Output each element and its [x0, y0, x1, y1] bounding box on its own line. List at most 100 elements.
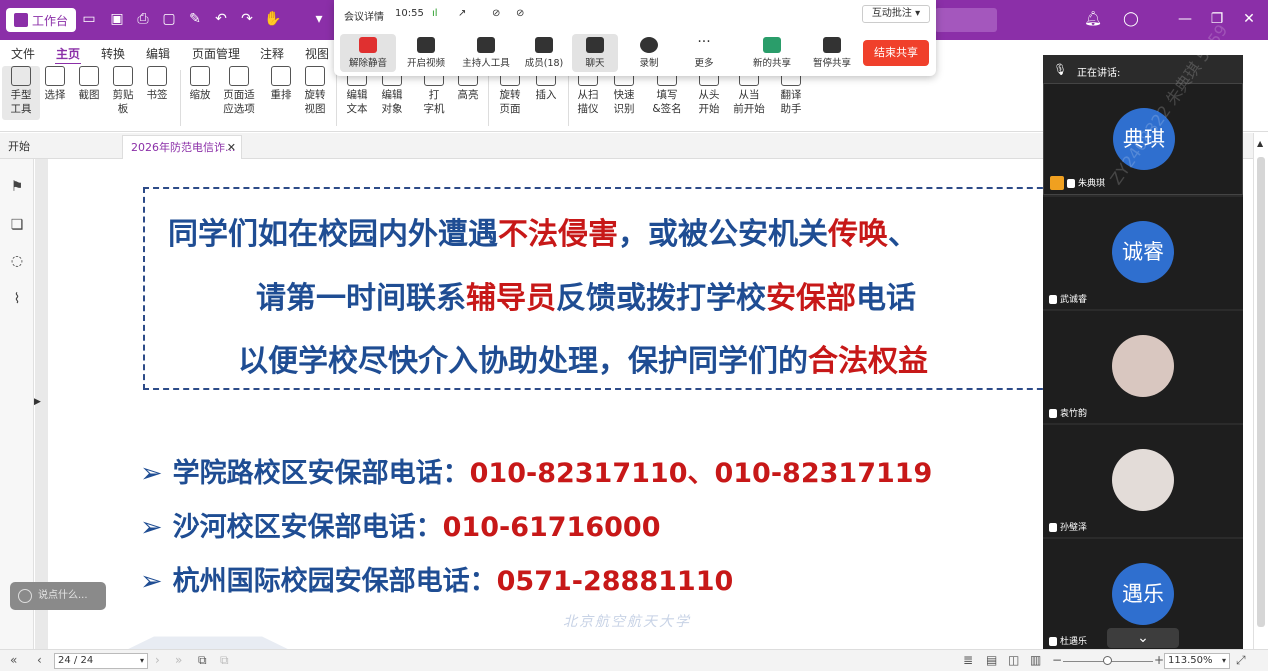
close-tab-icon[interactable]: ✕ — [227, 136, 236, 160]
vertical-scrollbar[interactable]: ▲ — [1253, 133, 1268, 649]
page-fit-icon — [229, 66, 249, 86]
unmute-button[interactable]: 解除静音 — [340, 34, 396, 72]
pause-share-button[interactable]: 暂停共享 — [804, 34, 860, 72]
search-box[interactable] — [935, 8, 997, 32]
share-screen-icon — [763, 37, 781, 53]
rotate-view-button[interactable]: 旋转 视图 — [296, 66, 334, 116]
quick-access-dropdown-icon[interactable]: ▾ — [310, 10, 328, 28]
members-button[interactable]: 成员(18) — [516, 34, 572, 72]
chat-button[interactable]: 聊天 — [572, 34, 618, 72]
account-icon[interactable]: ◯ — [1122, 10, 1140, 28]
emoji-icon[interactable] — [18, 589, 32, 603]
select-button[interactable]: 选择 — [36, 66, 74, 102]
open-folder-icon[interactable]: ▭ — [80, 10, 98, 28]
participant-tile[interactable]: 袁竹韵 — [1043, 311, 1243, 423]
last-page-icon[interactable]: » — [175, 653, 182, 667]
first-page-icon[interactable]: « — [10, 653, 17, 667]
menu-comment[interactable]: 注释 — [260, 45, 284, 62]
bell-icon[interactable]: 🔔︎ — [1084, 10, 1102, 28]
attachment-panel-icon[interactable]: ⌇ — [9, 291, 25, 309]
tab-document[interactable]: 2026年防范电信诈... ✕ — [122, 135, 242, 159]
reflow-button[interactable]: 重排 — [262, 66, 300, 102]
screenshot-button[interactable]: 截图 — [70, 66, 108, 102]
next-page-icon[interactable]: › — [155, 653, 160, 667]
select-text-icon — [45, 66, 65, 86]
arrow-bullet-icon: ➢ — [140, 512, 163, 543]
fit-width-icon[interactable]: ⧉ — [220, 653, 229, 668]
more-button[interactable]: ··· 更多 — [676, 34, 732, 72]
two-page-view-icon[interactable]: ◫ — [1008, 653, 1019, 667]
zoom-out-icon[interactable]: − — [1052, 653, 1062, 667]
muted-mic-icon — [1049, 409, 1057, 418]
page-fit-button[interactable]: 页面适 应选项 — [216, 66, 262, 116]
single-page-view-icon[interactable]: ≣ — [963, 653, 973, 667]
hand-icon[interactable]: ✋ — [264, 10, 282, 28]
participant-tile[interactable]: 孙璧泽 — [1043, 425, 1243, 537]
participant-tile[interactable]: 诚睿 武诚睿 — [1043, 197, 1243, 309]
show-more-participants-button[interactable]: ⌄ — [1107, 628, 1179, 648]
phone-item: ➢ 学院路校区安保部电话：010-82317110、010-82317119 — [140, 458, 933, 489]
menu-file[interactable]: 文件 — [11, 45, 35, 62]
menu-convert[interactable]: 转换 — [101, 45, 125, 62]
no-annotate-icon[interactable]: ⊘ — [492, 8, 500, 19]
participant-name: 朱典琪 — [1078, 178, 1106, 189]
edit-icon[interactable]: ✎ — [186, 10, 204, 28]
comments-panel-icon[interactable]: ◌ — [9, 253, 25, 271]
two-page-continuous-icon[interactable]: ▥ — [1030, 653, 1041, 667]
zoom-button[interactable]: 缩放 — [181, 66, 219, 102]
menu-edit[interactable]: 编辑 — [146, 45, 170, 62]
zoom-icon — [190, 66, 210, 86]
fullscreen-icon[interactable]: ⤢ — [1236, 653, 1246, 668]
minimize-icon[interactable]: — — [1176, 10, 1194, 28]
bookmark-panel-icon[interactable]: ⚑ — [9, 179, 25, 197]
external-window-icon[interactable]: ↗ — [458, 8, 466, 19]
new-file-icon[interactable]: ▢ — [160, 10, 178, 28]
phone-item: ➢ 沙河校区安保部电话：010-61716000 — [140, 512, 661, 543]
close-icon[interactable]: ✕ — [1240, 10, 1258, 28]
new-share-button[interactable]: 新的共享 — [744, 34, 800, 72]
muted-mic-icon — [1049, 295, 1057, 304]
bookmark-button[interactable]: 书签 — [138, 66, 176, 102]
menu-page-manage[interactable]: 页面管理 — [192, 45, 240, 62]
hide-icon[interactable]: ⊘ — [516, 8, 524, 19]
interactive-annotation-button[interactable]: 互动批注 ▾ — [862, 5, 930, 23]
scroll-up-icon[interactable]: ▲ — [1257, 139, 1263, 148]
muted-mic-icon — [1067, 178, 1075, 188]
end-share-button[interactable]: 结束共享 — [863, 40, 929, 66]
redo-icon[interactable]: ↷ — [238, 10, 256, 28]
zoom-slider-knob[interactable] — [1103, 656, 1112, 665]
prev-page-icon[interactable]: ‹ — [37, 653, 42, 667]
continuous-view-icon[interactable]: ▤ — [986, 653, 997, 667]
record-button[interactable]: 录制 — [622, 34, 676, 72]
tab-start[interactable]: 开始 — [0, 135, 120, 159]
avatar-photo — [1112, 449, 1174, 511]
print-icon[interactable]: ⎙ — [134, 10, 152, 28]
fit-page-icon[interactable]: ⧉ — [198, 653, 207, 668]
more-dots-icon: ··· — [697, 34, 711, 50]
muted-mic-icon — [1049, 523, 1057, 532]
start-video-button[interactable]: 开启视频 — [398, 34, 454, 72]
participant-panel: 🎙︎ 正在讲话: 典琪 朱典琪 诚睿 武诚睿 袁竹韵 孙璧泽 遇乐 杜遇乐 ZY… — [1043, 21, 1243, 651]
chevron-down-icon: ⌄ — [1137, 630, 1149, 646]
meeting-details-link[interactable]: 会议详情 — [344, 8, 384, 23]
expand-sidebar-icon[interactable]: ▶ — [34, 397, 41, 407]
menu-view[interactable]: 视图 — [305, 45, 329, 62]
host-badge-icon — [1050, 176, 1064, 190]
chat-input-pill[interactable]: 说点什么... — [10, 582, 106, 610]
hand-tool-button[interactable]: 手型 工具 — [2, 66, 40, 120]
zoom-level-field[interactable]: 113.50% ▾ — [1164, 653, 1230, 669]
workbench-button[interactable]: 工作台 — [6, 8, 77, 32]
menu-home[interactable]: 主页 — [56, 45, 80, 62]
save-icon[interactable]: ▣ — [108, 10, 126, 28]
participant-name: 杜遇乐 — [1060, 637, 1088, 647]
page-number-field[interactable]: 24 / 24 ▾ — [54, 653, 148, 669]
undo-icon[interactable]: ↶ — [212, 10, 230, 28]
notice-line-3: 以便学校尽快介入协助处理，保护同学们的合法权益 — [238, 344, 928, 379]
scrollbar-thumb[interactable] — [1257, 157, 1265, 627]
pages-panel-icon[interactable]: ❏ — [9, 217, 25, 235]
left-sidebar: ⚑ ❏ ◌ ⌇ — [0, 159, 34, 649]
avatar-photo — [1112, 335, 1174, 397]
clipboard-button[interactable]: 剪贴 板 — [104, 66, 142, 116]
zoom-in-icon[interactable]: + — [1154, 653, 1164, 667]
host-tools-button[interactable]: 主持人工具 — [458, 34, 514, 72]
